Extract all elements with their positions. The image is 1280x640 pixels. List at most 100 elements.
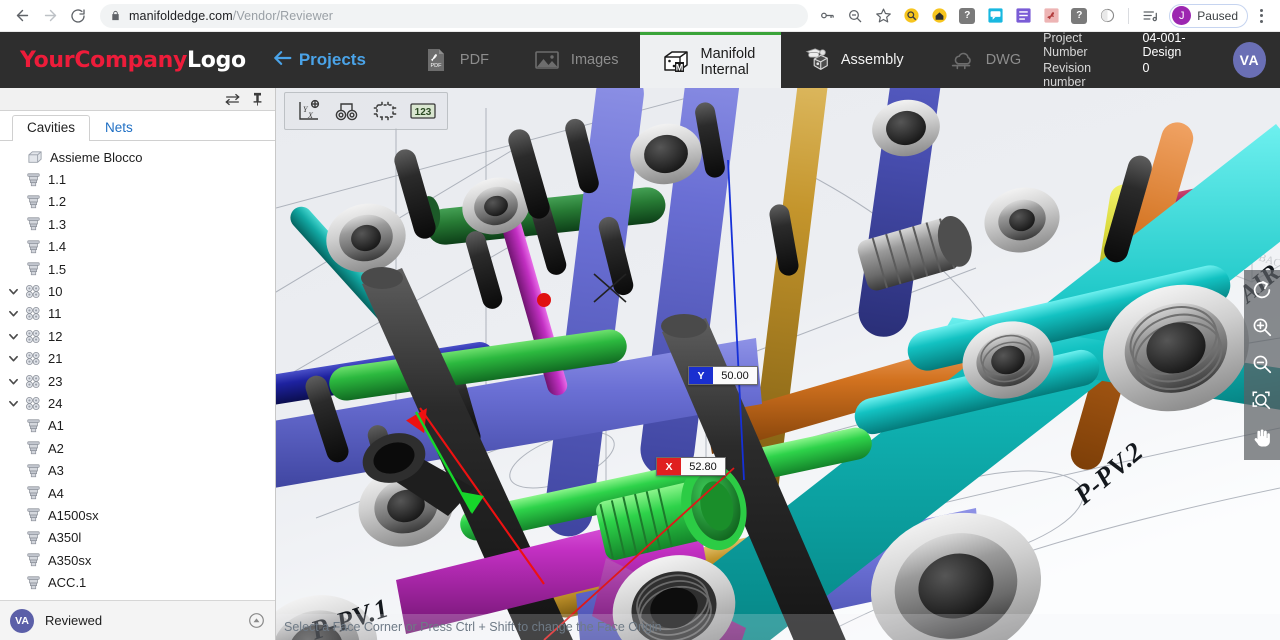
extension-list-icon[interactable] [1010,3,1036,29]
pin-icon[interactable] [252,92,263,106]
extension-chat-icon[interactable] [982,3,1008,29]
collapse-circle-icon[interactable] [248,612,265,629]
tree-item[interactable]: A350sx [0,549,275,571]
tree-item[interactable]: 24 [0,392,275,414]
tree-item[interactable]: ACC.1 [0,571,275,593]
zoom-search-icon[interactable] [842,3,868,29]
cad-viewport[interactable]: TOP BACK RIGHT [276,88,1280,640]
origin-point [537,293,551,307]
tab-dwg[interactable]: DWG [926,32,1043,88]
extension-home-icon[interactable] [926,3,952,29]
bookmark-star-icon[interactable] [870,3,896,29]
tree-item[interactable]: 1.2 [0,191,275,213]
cavity-icon [22,552,44,568]
cavity-icon [22,261,44,277]
group-icon [22,396,44,411]
extension-pdf-icon[interactable] [1038,3,1064,29]
reviewer-avatar: VA [10,608,34,633]
tab-manifold-internal[interactable]: M Manifold Internal [640,32,781,88]
tab-pdf[interactable]: PDF PDF [400,32,511,88]
tree-item[interactable]: A1 [0,415,275,437]
x-coordinate-value[interactable]: 52.80 [681,458,725,475]
measure-123-icon[interactable]: 123 [406,96,440,126]
zoom-fit-icon[interactable] [1248,387,1276,415]
url-text: manifoldedge.com/Vendor/Reviewer [129,9,333,23]
tree-root-node[interactable]: Assieme Blocco [0,146,275,168]
zoom-out-icon[interactable] [1248,350,1276,378]
tree-item[interactable]: 11 [0,303,275,325]
project-number-label: Project Number [1043,31,1088,59]
browser-reload-button[interactable] [64,2,92,30]
tab-images[interactable]: Images [511,32,641,88]
kebab-menu-icon[interactable] [1250,8,1272,23]
cavity-icon [22,418,44,434]
chevron-down-icon[interactable] [4,331,22,342]
tree-item[interactable]: 21 [0,348,275,370]
tree-item-label: 1.1 [48,172,67,188]
tab-nets[interactable]: Nets [90,115,148,141]
tree-item-label: 12 [48,328,63,344]
review-status-label: Reviewed [45,613,103,628]
chevron-down-icon[interactable] [4,376,22,387]
tree-item[interactable]: 23 [0,370,275,392]
tab-assembly[interactable]: Assembly [781,32,926,88]
y-coordinate-badge[interactable]: Y 50.00 [688,366,758,385]
face-origin-axis-icon[interactable]: Y X [292,96,326,126]
password-key-icon[interactable] [814,3,840,29]
tree-item[interactable]: A350l [0,527,275,549]
tree-item[interactable]: 1.1 [0,168,275,190]
extension-unknown-2-icon[interactable]: ? [1066,3,1092,29]
lock-icon [110,9,121,22]
cavities-tree: Assieme Blocco 1.1 1.2 1.3 1.4 1.5 10 11 12 21 23 2… [0,141,275,600]
swap-transfer-icon[interactable] [225,93,240,106]
chevron-down-icon[interactable] [4,308,22,319]
media-playlist-icon[interactable] [1137,3,1163,29]
extension-circle-icon[interactable] [1094,3,1120,29]
dashed-rect-icon[interactable] [368,96,402,126]
browser-address-bar[interactable]: manifoldedge.com/Vendor/Reviewer [100,3,809,28]
tree-item[interactable]: A2 [0,437,275,459]
tree-item[interactable]: 10 [0,280,275,302]
profile-status-pill[interactable]: J Paused [1169,3,1248,28]
svg-text:M: M [676,62,684,72]
tree-item[interactable]: A4 [0,482,275,504]
x-coordinate-badge[interactable]: X 52.80 [656,457,726,476]
projects-back-link[interactable]: Projects [246,32,388,88]
cavity-icon [22,575,44,591]
pan-hand-icon[interactable] [1248,424,1276,452]
projects-text: Projects [298,50,366,69]
zoom-in-icon[interactable] [1248,313,1276,341]
tree-item[interactable]: 1.3 [0,213,275,235]
tree-item[interactable]: 1.4 [0,236,275,258]
extension-magnifier-icon[interactable] [898,3,924,29]
y-coordinate-value[interactable]: 50.00 [713,367,757,384]
tree-item-label: 1.2 [48,194,67,210]
assembly-box-icon [24,150,46,164]
tree-item[interactable]: A3 [0,459,275,481]
tree-item[interactable]: A1500sx [0,504,275,526]
cavity-icon [22,172,44,188]
browser-back-button[interactable] [8,2,36,30]
tree-item[interactable]: 12 [0,325,275,347]
extension-unknown-1-icon[interactable]: ? [954,3,980,29]
browser-forward-button[interactable] [36,2,64,30]
logo-secondary: Logo [187,47,246,73]
tab-dwg-label: DWG [985,52,1022,68]
app-logo[interactable]: YourCompany Logo [0,32,246,88]
back-arrow-icon [272,50,292,71]
chevron-down-icon[interactable] [4,353,22,364]
tree-item-label: A1500sx [48,507,99,523]
two-holes-icon[interactable] [330,96,364,126]
chevron-down-icon[interactable] [4,398,22,409]
rotate-view-icon[interactable] [1248,276,1276,304]
sidebar-footer: VA Reviewed [0,600,275,640]
user-avatar[interactable]: VA [1232,42,1266,78]
tree-item[interactable]: 1.5 [0,258,275,280]
tree-item-label: 1.5 [48,261,67,277]
app-body: Cavities Nets Assieme Blocco 1.1 1.2 1.3 1.4… [0,88,1280,640]
tab-nets-label: Nets [105,120,133,135]
url-domain: manifoldedge.com [129,8,233,23]
chevron-down-icon[interactable] [4,286,22,297]
tab-cavities[interactable]: Cavities [12,115,91,141]
tree-item-label: A350sx [48,552,92,568]
